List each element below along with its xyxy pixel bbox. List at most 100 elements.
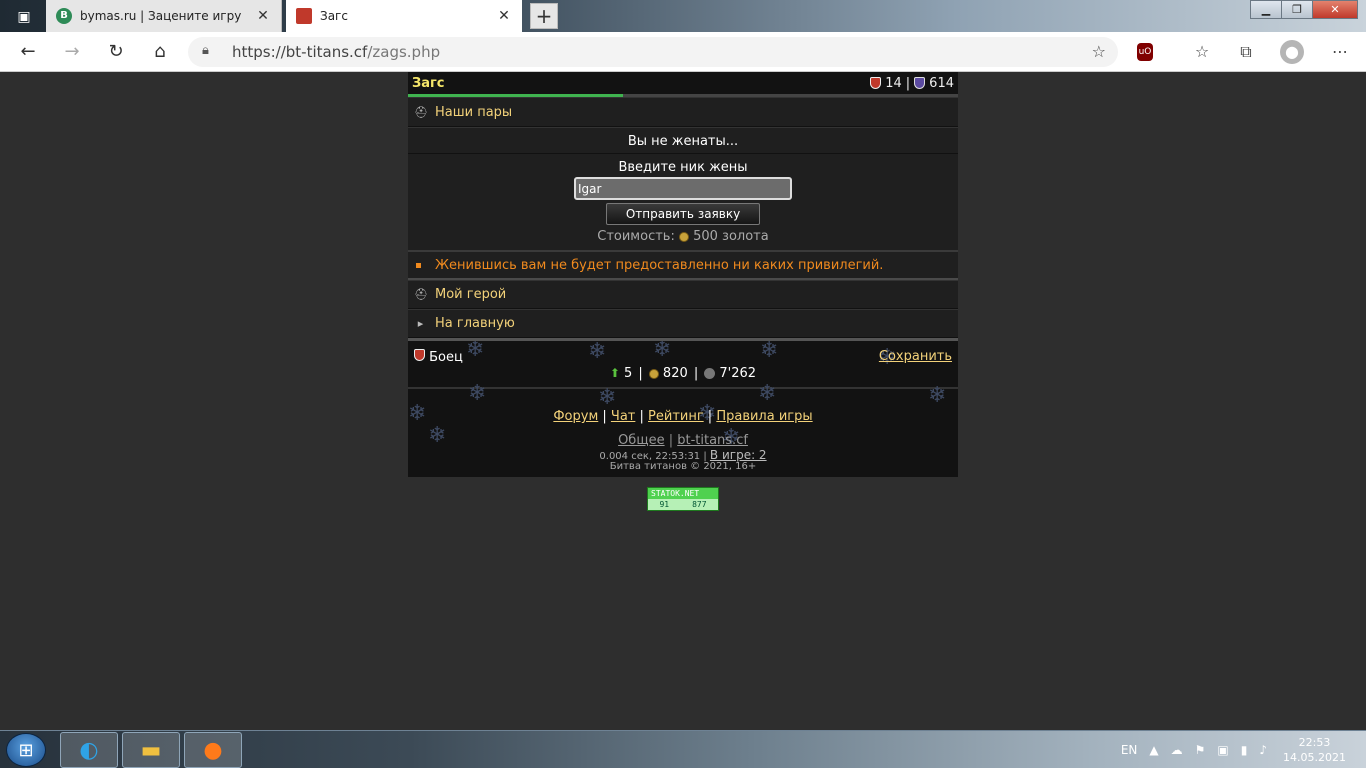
cloud-icon[interactable]: ☁ (1171, 743, 1183, 757)
nav-links: ⛑︎ Мой герой ▸ На главную (408, 280, 958, 341)
start-button[interactable]: ⊞ (6, 733, 46, 767)
level-up-arrow-icon: ⬆ (609, 366, 620, 380)
privileges-note: Женившись вам не будет предоставленно ни… (408, 250, 958, 280)
home-link[interactable]: ▸ На главную (408, 309, 958, 338)
footer-divider (408, 387, 958, 389)
helmet-icon: ⛑︎ (414, 288, 428, 301)
chat-link[interactable]: Чат (611, 409, 635, 424)
tab-actions-icon[interactable]: ▣ (10, 6, 38, 28)
footer-misc-links: Общее | bt-titans.cf (618, 433, 748, 448)
online-count-link[interactable]: В игре: 2 (710, 448, 767, 462)
page-footer: ❄ ❄ ❄ ❄ ❄ ❄ ❄ ❄ ❄ ❄ ❄ ❄ ❄ Боец Сохранить… (408, 341, 958, 477)
proposal-form: Введите ник жены Отправить заявку Стоимо… (408, 153, 958, 250)
gold-coin-icon (648, 368, 659, 379)
clock-date: 14.05.2021 (1283, 751, 1346, 764)
stat-separator: | (905, 75, 911, 91)
counter-right-value: 877 (692, 500, 707, 509)
new-tab-button[interactable]: + (530, 3, 558, 29)
lock-icon: 🔒︎ (202, 43, 209, 58)
more-menu-icon[interactable]: ⋯ (1328, 40, 1352, 64)
player-power: 7'262 (719, 366, 757, 381)
bullet-icon (416, 262, 421, 268)
tab-zags[interactable]: Загс ✕ (286, 0, 522, 32)
explorer-taskbar-icon[interactable]: ▬ (122, 732, 180, 768)
wife-nick-input[interactable] (574, 177, 792, 200)
site-link[interactable]: bt-titans.cf (677, 433, 748, 448)
system-tray: EN ▲ ☁ ⚑ ▣ ▮ ♪ 22:53 14.05.2021 (1115, 731, 1366, 768)
clock[interactable]: 22:53 14.05.2021 (1283, 735, 1346, 765)
forward-arrow-icon[interactable]: → (58, 38, 86, 66)
rating-link[interactable]: Рейтинг (648, 409, 704, 424)
action-center-flag-icon[interactable]: ⚑ (1195, 743, 1206, 757)
page-header: Загс 14 | 614 (408, 72, 958, 94)
close-window-button[interactable]: ✕ (1312, 0, 1358, 19)
profile-avatar[interactable]: ● (1280, 40, 1304, 64)
server-time: 0.004 сек, 22:53:31 | В игре: 2 (412, 448, 954, 462)
our-pairs-link[interactable]: ⛑︎ Наши пары (408, 97, 958, 127)
player-level: 5 (623, 366, 633, 381)
collections-icon[interactable]: ⧉ (1234, 40, 1258, 64)
ublock-icon[interactable]: uO (1137, 43, 1153, 61)
header-stats: 14 | 614 (870, 76, 954, 91)
forum-link[interactable]: Форум (553, 409, 598, 424)
player-panel: Боец Сохранить ⬆ 5 | 820 | 7'262 (412, 345, 954, 387)
player-stats: ⬆ 5 | 820 | 7'262 (609, 366, 757, 381)
page-title: Загс (412, 75, 445, 91)
address-bar: ← → ↻ ⌂ 🔒︎ https://bt-titans.cf/zags.php… (0, 32, 1366, 72)
network-signal-icon[interactable]: ▮ (1241, 743, 1248, 757)
helmet-icon: ⛑︎ (414, 105, 428, 119)
show-hidden-icons-icon[interactable]: ▲ (1149, 743, 1158, 757)
red-shield-icon (870, 77, 882, 89)
tab-favicon (296, 8, 312, 24)
close-icon[interactable]: ✕ (496, 8, 512, 24)
stat-red-value: 14 (885, 75, 902, 91)
copyright: Битва титанов © 2021, 16+ (609, 461, 757, 472)
url-text: https://bt-titans.cf/zags.php (232, 43, 441, 61)
statok-counter-badge[interactable]: STATOK.NET 91 877 (647, 487, 719, 511)
snowflake-icon: ❄ (598, 385, 617, 410)
url-field[interactable]: 🔒︎ https://bt-titans.cf/zags.php ☆ (188, 37, 1118, 67)
counter-values: 91 877 (648, 499, 718, 510)
cost-label: Стоимость: (597, 229, 675, 244)
my-hero-link[interactable]: ⛑︎ Мой герой (408, 280, 958, 309)
device-icon[interactable]: ▣ (1217, 743, 1228, 757)
general-link[interactable]: Общее (618, 433, 665, 448)
tab-favicon: B (56, 8, 72, 24)
our-pairs-label: Наши пары (435, 104, 513, 120)
restore-button[interactable]: ❐ (1281, 0, 1313, 19)
save-link[interactable]: Сохранить (879, 349, 952, 364)
send-request-button[interactable]: Отправить заявку (606, 203, 760, 225)
power-icon (704, 368, 716, 379)
player-gold: 820 (662, 366, 688, 381)
clock-time: 22:53 (1298, 736, 1331, 749)
windows-taskbar: ⊞ ◐ ▬ ● EN ▲ ☁ ⚑ ▣ ▮ ♪ 22:53 14.05.2021 (0, 730, 1366, 768)
player-name-text: Боец (429, 350, 463, 365)
minimize-button[interactable]: ▁ (1250, 0, 1282, 19)
back-arrow-icon[interactable]: ← (14, 38, 42, 66)
game-page: Загс 14 | 614 ⛑︎ Наши пары Вы не женаты.… (408, 72, 958, 477)
rules-link[interactable]: Правила игры (716, 409, 812, 424)
favorites-icon[interactable]: ☆ (1190, 40, 1214, 64)
volume-icon[interactable]: ♪ (1259, 743, 1267, 757)
add-favorite-icon[interactable]: ☆ (1092, 42, 1106, 61)
gold-coin-icon (678, 231, 689, 242)
close-icon[interactable]: ✕ (255, 8, 271, 24)
home-icon[interactable]: ⌂ (146, 38, 174, 66)
player-shield-icon (414, 349, 425, 361)
edge-taskbar-icon[interactable]: ◐ (60, 732, 118, 768)
footer-menu: Форум | Чат | Рейтинг | Правила игры (553, 409, 813, 424)
player-name[interactable]: Боец (414, 349, 463, 365)
arrow-right-icon: ▸ (417, 317, 424, 330)
privileges-note-text: Женившись вам не будет предоставленно ни… (435, 257, 884, 273)
firefox-taskbar-icon[interactable]: ● (184, 732, 242, 768)
cost-value: 500 золота (693, 229, 769, 244)
counter-left-value: 91 (659, 500, 670, 509)
counter-brand: STATOK.NET (648, 488, 718, 499)
tab-title: bymas.ru | Заценитe игру (80, 9, 242, 23)
refresh-icon[interactable]: ↻ (102, 38, 130, 66)
stat-blue-value: 614 (929, 75, 954, 91)
marital-status: Вы не женаты... (408, 127, 958, 153)
tab-title: Загс (320, 9, 348, 23)
tab-bymas[interactable]: B bymas.ru | Заценитe игру ✕ (46, 0, 282, 32)
language-indicator[interactable]: EN (1121, 743, 1138, 757)
